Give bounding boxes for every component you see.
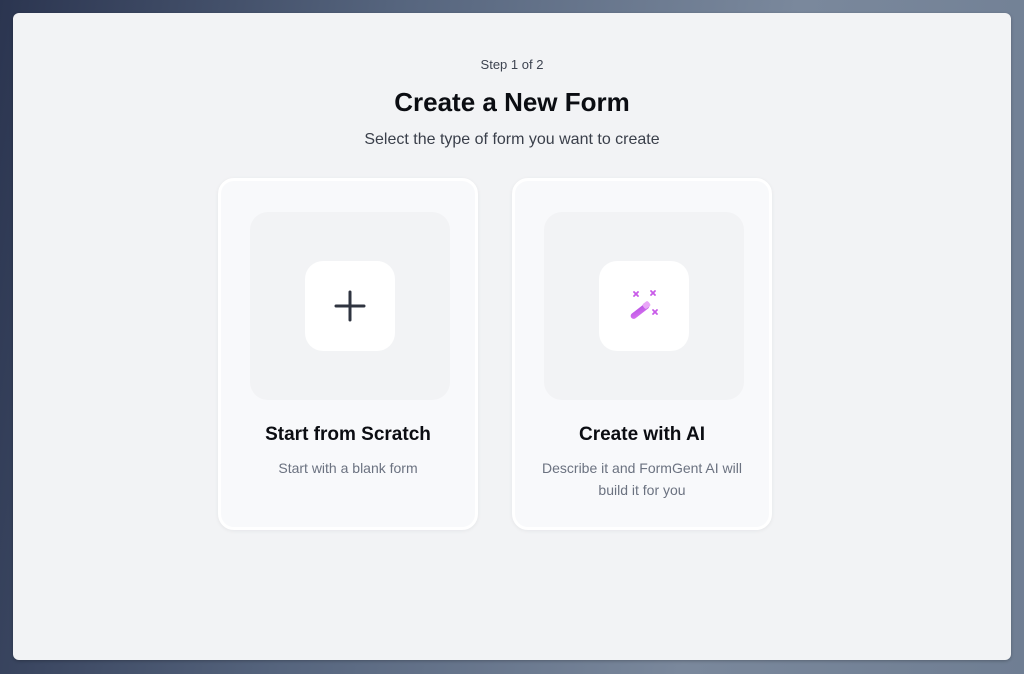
create-form-dialog: Step 1 of 2 Create a New Form Select the… <box>13 13 1011 660</box>
scratch-preview-area <box>250 212 450 400</box>
scratch-card-description: Start with a blank form <box>278 460 418 476</box>
scratch-card-title: Start from Scratch <box>265 424 431 445</box>
ai-card-title: Create with AI <box>579 424 705 445</box>
page-title: Create a New Form <box>394 87 630 117</box>
ai-card-description: Describe it and FormGent AI will build i… <box>542 460 742 498</box>
ai-icon-tile <box>599 261 689 351</box>
page-subtitle: Select the type of form you want to crea… <box>364 131 660 148</box>
scratch-icon-tile <box>305 261 395 351</box>
ai-preview-area <box>544 212 744 400</box>
step-indicator: Step 1 of 2 <box>480 57 544 72</box>
magic-wand-icon <box>630 290 658 319</box>
create-with-ai-card[interactable]: Create with AI Describe it and FormGent … <box>512 178 772 530</box>
start-from-scratch-card[interactable]: Start from Scratch Start with a blank fo… <box>218 178 478 530</box>
plus-icon <box>334 290 366 322</box>
